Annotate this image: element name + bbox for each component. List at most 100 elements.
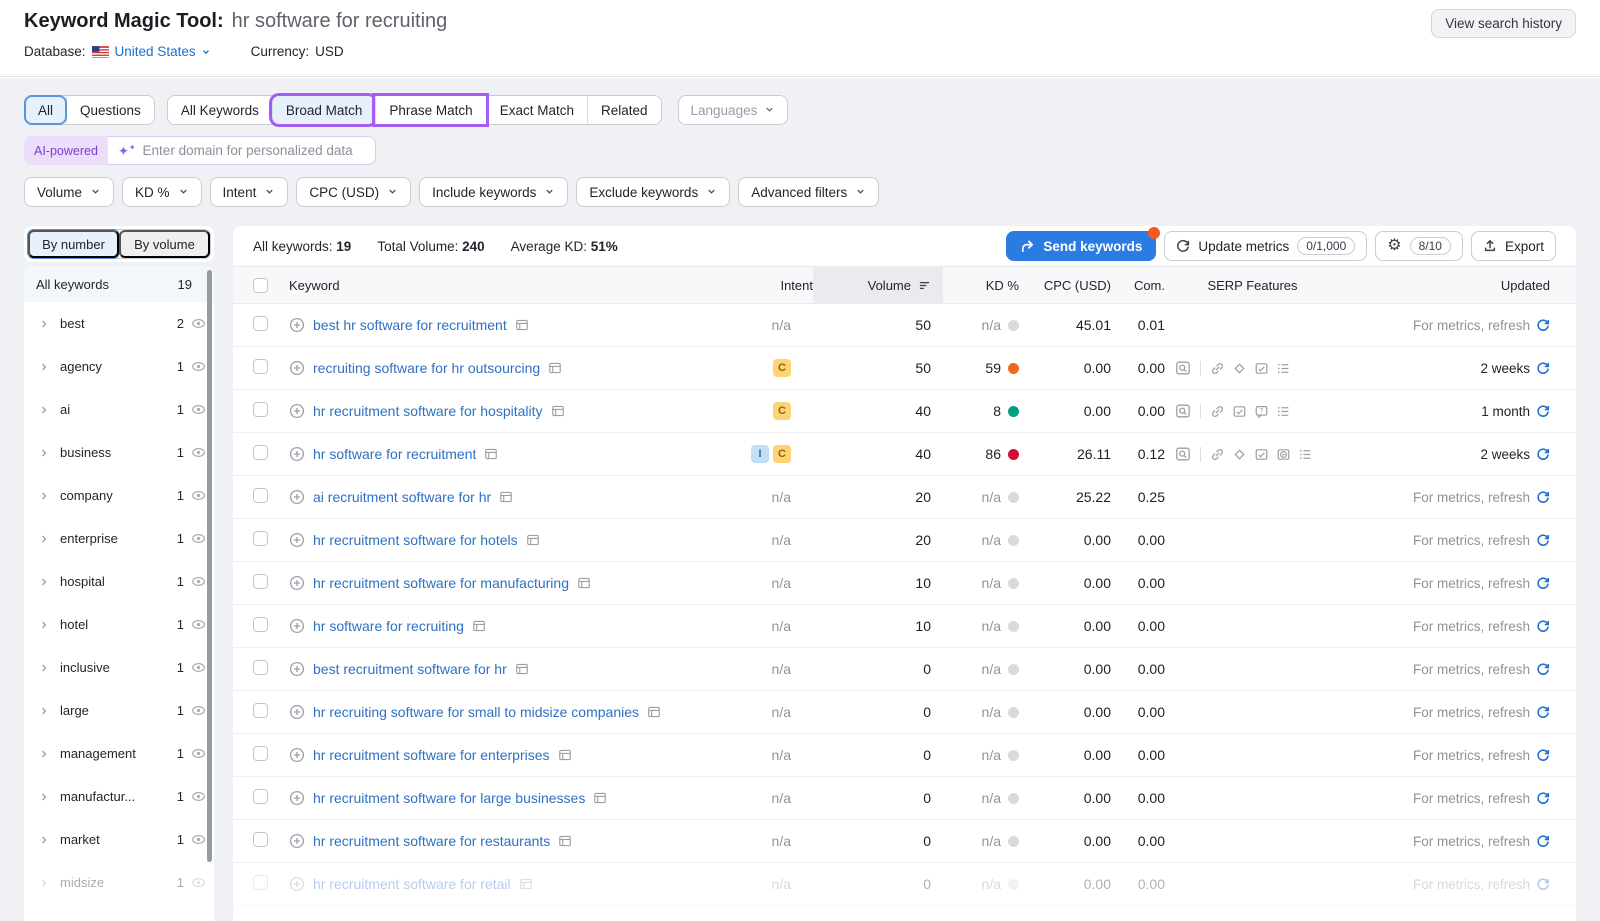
people-also-ask-icon[interactable] [1276,361,1291,376]
refresh-icon[interactable] [1536,748,1550,762]
serp-preview-icon[interactable] [515,318,529,332]
keyword-link[interactable]: hr recruiting software for small to mids… [313,704,639,720]
keyword-link[interactable]: best hr software for recruitment [313,317,507,333]
tab-all-keywords[interactable]: All Keywords [168,96,272,124]
keyword-link[interactable]: hr software for recruitment [313,446,476,462]
refresh-icon[interactable] [1536,361,1550,375]
filter-exclude-keywords[interactable]: Exclude keywords [576,177,730,207]
refresh-icon[interactable] [1536,877,1550,891]
serp-preview-icon[interactable] [577,576,591,590]
col-updated[interactable]: Updated [1340,267,1550,303]
row-checkbox[interactable] [253,574,268,589]
database-select[interactable]: United States [115,44,211,59]
eye-icon[interactable] [191,832,206,847]
sidebar-group-enterprise[interactable]: enterprise 1 [24,517,214,560]
sidebar-group-inclusive[interactable]: inclusive 1 [24,646,214,689]
sidebar-group-agency[interactable]: agency 1 [24,345,214,388]
refresh-icon[interactable] [1536,834,1550,848]
add-keyword-icon[interactable] [289,704,305,720]
row-checkbox[interactable] [253,445,268,460]
settings-button[interactable]: ⚙ 8/10 [1375,231,1463,261]
eye-icon[interactable] [191,703,206,718]
eye-icon[interactable] [191,617,206,632]
col-cpc[interactable]: CPC (USD) [1019,267,1111,303]
tab-questions[interactable]: Questions [66,96,154,124]
sidebar-group-ai[interactable]: ai 1 [24,388,214,431]
refresh-icon[interactable] [1536,404,1550,418]
sidebar-scrollbar[interactable] [207,270,212,862]
row-checkbox[interactable] [253,402,268,417]
refresh-icon[interactable] [1536,791,1550,805]
languages-dropdown[interactable]: Languages [678,95,789,125]
row-checkbox[interactable] [253,746,268,761]
tab-phrase-match[interactable]: Phrase Match [375,96,485,124]
serp-preview-icon[interactable] [647,705,661,719]
filter-volume[interactable]: Volume [24,177,114,207]
serp-preview-icon[interactable] [593,791,607,805]
serp-preview-feature-icon[interactable] [1175,446,1191,462]
serp-preview-icon[interactable] [519,877,533,891]
eye-icon[interactable] [191,316,206,331]
eye-icon[interactable] [191,359,206,374]
refresh-icon[interactable] [1536,318,1550,332]
eye-icon[interactable] [191,488,206,503]
refresh-icon[interactable] [1536,533,1550,547]
filter-kd-[interactable]: KD % [122,177,202,207]
update-metrics-button[interactable]: Update metrics 0/1,000 [1164,231,1367,261]
image-pack-icon[interactable] [1254,447,1269,462]
keyword-link[interactable]: ai recruitment software for hr [313,489,491,505]
people-also-ask-icon[interactable] [1276,404,1291,419]
keyword-link[interactable]: hr recruitment software for large busine… [313,790,585,806]
keyword-link[interactable]: hr recruitment software for manufacturin… [313,575,569,591]
serp-preview-icon[interactable] [499,490,513,504]
row-checkbox[interactable] [253,832,268,847]
serp-preview-icon[interactable] [548,361,562,375]
sidebar-group-hospital[interactable]: hospital 1 [24,560,214,603]
add-keyword-icon[interactable] [289,446,305,462]
serp-preview-icon[interactable] [558,834,572,848]
refresh-icon[interactable] [1536,490,1550,504]
eye-icon[interactable] [191,875,206,890]
eye-icon[interactable] [191,445,206,460]
video-icon[interactable] [1276,447,1291,462]
serp-preview-icon[interactable] [558,748,572,762]
sidebar-group-best[interactable]: best 2 [24,302,214,345]
eye-icon[interactable] [191,789,206,804]
eye-icon[interactable] [191,531,206,546]
tab-all[interactable]: All [25,96,66,124]
row-checkbox[interactable] [253,703,268,718]
keyword-link[interactable]: hr recruitment software for hotels [313,532,518,548]
add-keyword-icon[interactable] [289,790,305,806]
sitelinks-icon[interactable] [1210,361,1225,376]
sidebar-group-business[interactable]: business 1 [24,431,214,474]
sidebar-group-hotel[interactable]: hotel 1 [24,603,214,646]
tab-related[interactable]: Related [587,96,661,124]
row-checkbox[interactable] [253,316,268,331]
eye-icon[interactable] [191,574,206,589]
image-pack-icon[interactable] [1232,404,1247,419]
image-pack-icon[interactable] [1254,361,1269,376]
serp-preview-icon[interactable] [472,619,486,633]
serp-preview-feature-icon[interactable] [1175,360,1191,376]
toggle-by-volume[interactable]: By volume [119,230,210,258]
domain-input[interactable] [143,143,365,158]
sidebar-group-management[interactable]: management 1 [24,732,214,775]
row-checkbox[interactable] [253,359,268,374]
sidebar-group-company[interactable]: company 1 [24,474,214,517]
row-checkbox[interactable] [253,488,268,503]
serp-preview-feature-icon[interactable] [1175,403,1191,419]
add-keyword-icon[interactable] [289,876,305,892]
sidebar-group-manufactur[interactable]: manufactur... 1 [24,775,214,818]
col-intent[interactable]: Intent [717,267,813,303]
ads-icon[interactable] [1232,361,1247,376]
keyword-link[interactable]: hr recruitment software for restaurants [313,833,550,849]
serp-preview-icon[interactable] [484,447,498,461]
eye-icon[interactable] [191,402,206,417]
filter-intent[interactable]: Intent [210,177,289,207]
sidebar-group-market[interactable]: market 1 [24,818,214,861]
refresh-icon[interactable] [1536,705,1550,719]
refresh-icon[interactable] [1536,619,1550,633]
row-checkbox[interactable] [253,531,268,546]
add-keyword-icon[interactable] [289,575,305,591]
sidebar-group-midsize[interactable]: midsize 1 [24,861,214,904]
